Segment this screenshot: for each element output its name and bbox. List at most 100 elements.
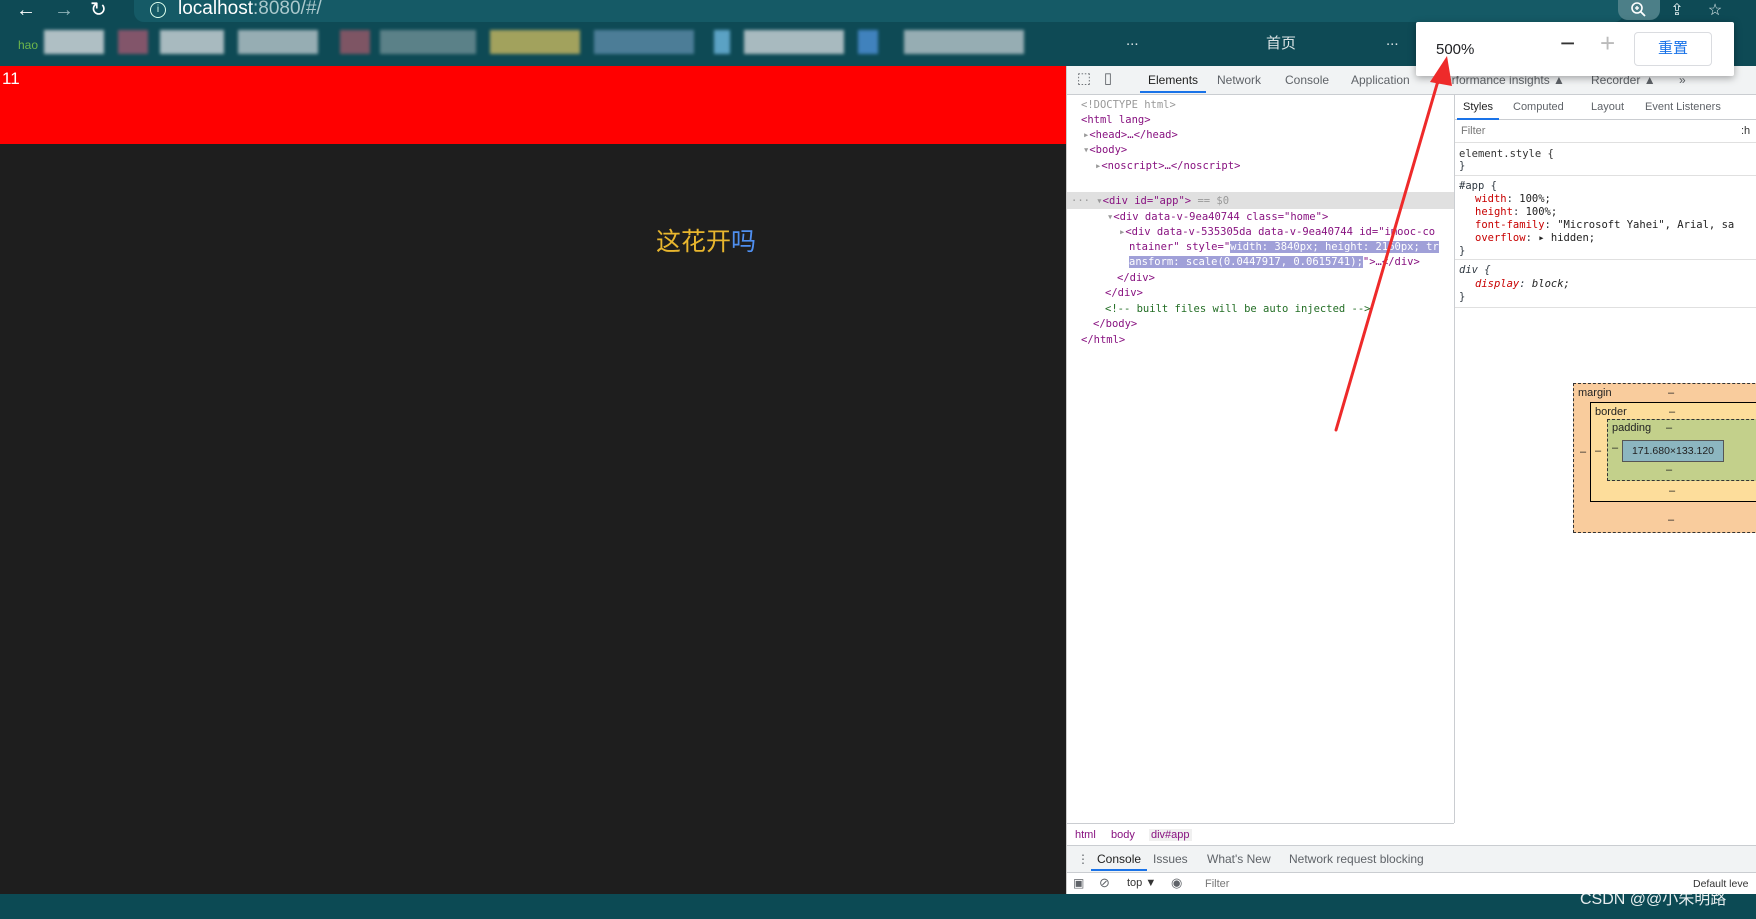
box-model-value[interactable]: – — [1612, 442, 1618, 454]
drawer-tab-console[interactable]: Console — [1090, 852, 1148, 871]
dom-body-close[interactable]: </body> — [1093, 317, 1137, 331]
tab-layout[interactable]: Layout — [1591, 101, 1624, 113]
dom-doctype[interactable]: <!DOCTYPE html> — [1081, 98, 1176, 112]
dom-container-style[interactable]: ntainer" style="width: 3840px; height: 2… — [1129, 240, 1439, 254]
reload-icon[interactable]: ↻ — [90, 0, 107, 20]
zoom-percent: 500% — [1436, 41, 1475, 58]
prop-value: block; — [1531, 278, 1570, 290]
dom-home-div[interactable]: ▾<div data-v-9ea40744 class="home"> — [1107, 210, 1328, 224]
hover-state-toggle[interactable]: :h — [1741, 125, 1750, 137]
tab-computed[interactable]: Computed — [1513, 101, 1564, 113]
box-model-value[interactable]: – — [1669, 485, 1675, 497]
more-dots-icon[interactable]: ··· — [1071, 195, 1090, 207]
breadcrumb-app[interactable]: div#app — [1149, 829, 1192, 841]
box-model-value[interactable]: – — [1668, 514, 1674, 526]
star-icon[interactable]: ☆ — [1700, 0, 1730, 19]
tab-console[interactable]: Console — [1285, 73, 1329, 87]
device-toolbar-icon[interactable]: ▯ — [1099, 70, 1117, 88]
box-model-value[interactable]: – — [1595, 445, 1601, 457]
breadcrumb-html[interactable]: html — [1075, 829, 1096, 841]
drawer-menu-icon[interactable]: ⋮ — [1077, 852, 1089, 866]
rule-close: } — [1459, 160, 1466, 172]
breadcrumb-body[interactable]: body — [1111, 829, 1135, 841]
console-filter-input[interactable]: Filter — [1205, 878, 1229, 890]
zoom-indicator-icon[interactable] — [1618, 0, 1660, 20]
bookmark-blurred[interactable] — [340, 30, 370, 54]
elements-tree: <!DOCTYPE html> <html lang> ▸<head>…</he… — [1067, 95, 1455, 823]
taskbar — [0, 894, 1756, 919]
element-style-rule[interactable]: element.style { — [1459, 147, 1554, 161]
share-icon[interactable]: ⇪ — [1662, 0, 1692, 19]
div-rule-selector[interactable]: div { — [1459, 263, 1491, 277]
eye-icon[interactable]: ◉ — [1171, 875, 1182, 891]
css-property[interactable]: display: block; — [1475, 277, 1570, 291]
box-model-padding[interactable]: padding – – – 171.680×133.120 — [1607, 419, 1756, 481]
bookmark-blurred[interactable] — [44, 30, 104, 54]
box-model-content-size[interactable]: 171.680×133.120 — [1622, 440, 1724, 462]
zoom-in-button[interactable]: + — [1600, 28, 1615, 59]
dom-noscript[interactable]: ▸<noscript>…</noscript> — [1095, 159, 1240, 173]
bookmark-blurred[interactable] — [118, 30, 148, 54]
box-model-value[interactable]: – — [1669, 406, 1675, 418]
sidebar-toggle-icon[interactable]: ▣ — [1073, 876, 1084, 890]
box-model-value[interactable]: – — [1580, 446, 1586, 458]
bookmark-blurred[interactable] — [714, 30, 730, 54]
app-rule-selector[interactable]: #app { — [1459, 179, 1497, 193]
prop-name: width — [1475, 193, 1507, 205]
drawer-tab-network-request-blocking[interactable]: Network request blocking — [1289, 852, 1424, 866]
bookmark-blurred[interactable] — [160, 30, 224, 54]
browser-toolbar: ← → ↻ i localhost:8080/#/ ⇪ ☆ — [0, 0, 1756, 24]
dom-comment[interactable]: <!-- built files will be auto injected -… — [1105, 302, 1371, 316]
inspect-element-icon[interactable]: ⬚ — [1075, 70, 1093, 88]
css-property[interactable]: overflow: ▸ hidden; — [1475, 231, 1595, 245]
box-model-margin[interactable]: margin – – – border – – – padding – – – … — [1573, 383, 1756, 533]
back-icon[interactable]: ← — [16, 0, 36, 20]
zoom-reset-button[interactable]: 重置 — [1634, 32, 1712, 66]
tab-event-listeners[interactable]: Event Listeners — [1645, 101, 1721, 113]
dom-close-div[interactable]: </div> — [1105, 286, 1143, 300]
address-bar[interactable]: i localhost:8080/#/ — [134, 0, 1624, 22]
bookmark-blurred[interactable] — [238, 30, 318, 54]
bookmark-blurred[interactable] — [594, 30, 694, 54]
box-model-value[interactable]: – — [1666, 464, 1672, 476]
clear-console-icon[interactable]: ⊘ — [1099, 875, 1110, 891]
styles-filter[interactable]: Filter :h — [1455, 120, 1756, 143]
dom-html-close[interactable]: </html> — [1081, 333, 1125, 347]
dom-body-open[interactable]: ▾<body> — [1083, 143, 1127, 157]
context-selector[interactable]: top ▼ — [1127, 877, 1156, 889]
site-info-icon[interactable]: i — [150, 2, 166, 18]
zoom-out-button[interactable]: − — [1560, 28, 1575, 59]
hao-logo[interactable]: hao — [18, 38, 38, 52]
dom-close-div[interactable]: </div> — [1117, 271, 1155, 285]
bookmark-snippet[interactable]: ... — [1126, 32, 1139, 49]
dom-head[interactable]: ▸<head>…</head> — [1083, 128, 1178, 142]
drawer-tab-whats-new[interactable]: What's New — [1207, 852, 1271, 866]
prop-value: 100%; — [1525, 206, 1558, 218]
bookmark-blurred[interactable] — [490, 30, 580, 54]
box-model-value[interactable]: – — [1668, 387, 1674, 399]
bookmark-blurred[interactable] — [380, 30, 476, 54]
dom-html-open[interactable]: <html lang> — [1081, 113, 1151, 127]
styles-pane: Styles Computed Layout Event Listeners F… — [1455, 95, 1756, 823]
tab-application[interactable]: Application — [1351, 73, 1410, 87]
box-model-value[interactable]: – — [1666, 422, 1672, 434]
box-model-border[interactable]: border – – – padding – – – 171.680×133.1… — [1590, 402, 1756, 502]
dom-container-div[interactable]: ▸<div data-v-535305da data-v-9ea40744 id… — [1119, 225, 1435, 239]
dom-container-transform[interactable]: ansform: scale(0.0447917, 0.0615741);">…… — [1129, 255, 1420, 269]
prop-value: ▸ hidden; — [1538, 232, 1596, 244]
css-property[interactable]: font-family: "Microsoft Yahei", Arial, s… — [1475, 218, 1734, 232]
bookmark-blurred[interactable] — [858, 30, 878, 54]
dom-app-div[interactable]: ··· ▾<div id="app"> == $0 — [1071, 194, 1229, 208]
bookmark-snippet[interactable]: ... — [1386, 32, 1399, 49]
tab-elements[interactable]: Elements — [1139, 73, 1207, 93]
bookmark-snippet[interactable]: 首页 — [1266, 32, 1296, 53]
tab-styles[interactable]: Styles — [1457, 101, 1499, 120]
css-property[interactable]: width: 100%; — [1475, 192, 1551, 206]
drawer-tab-issues[interactable]: Issues — [1153, 852, 1188, 866]
prop-value: "Microsoft Yahei", Arial, sa — [1557, 219, 1735, 231]
forward-icon[interactable]: → — [54, 0, 74, 20]
tab-network[interactable]: Network — [1217, 73, 1261, 87]
bookmark-blurred[interactable] — [904, 30, 1024, 54]
bookmark-blurred[interactable] — [744, 30, 844, 54]
css-property[interactable]: height: 100%; — [1475, 205, 1557, 219]
